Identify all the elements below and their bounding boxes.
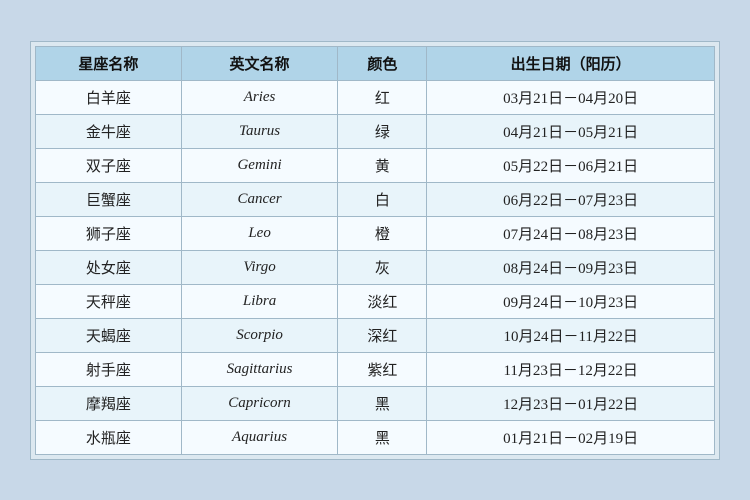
cell-row1-col0: 金牛座 [36, 114, 182, 148]
cell-row10-col3: 01月21日－02月19日 [427, 420, 715, 454]
cell-row8-col0: 射手座 [36, 352, 182, 386]
zodiac-table: 星座名称 英文名称 颜色 出生日期（阳历） 白羊座Aries红03月21日－04… [35, 46, 715, 455]
cell-row10-col2: 黑 [338, 420, 427, 454]
cell-row7-col2: 深红 [338, 318, 427, 352]
cell-row0-col2: 红 [338, 80, 427, 114]
cell-row0-col1: Aries [181, 80, 338, 114]
header-chinese: 星座名称 [36, 46, 182, 80]
table-row: 天秤座Libra淡红09月24日－10月23日 [36, 284, 715, 318]
cell-row7-col1: Scorpio [181, 318, 338, 352]
cell-row3-col3: 06月22日－07月23日 [427, 182, 715, 216]
cell-row0-col3: 03月21日－04月20日 [427, 80, 715, 114]
cell-row7-col0: 天蝎座 [36, 318, 182, 352]
header-english: 英文名称 [181, 46, 338, 80]
cell-row7-col3: 10月24日－11月22日 [427, 318, 715, 352]
cell-row0-col0: 白羊座 [36, 80, 182, 114]
header-dates: 出生日期（阳历） [427, 46, 715, 80]
cell-row9-col2: 黑 [338, 386, 427, 420]
cell-row8-col3: 11月23日－12月22日 [427, 352, 715, 386]
cell-row4-col0: 狮子座 [36, 216, 182, 250]
table-row: 摩羯座Capricorn黑12月23日－01月22日 [36, 386, 715, 420]
cell-row3-col0: 巨蟹座 [36, 182, 182, 216]
cell-row4-col2: 橙 [338, 216, 427, 250]
cell-row6-col1: Libra [181, 284, 338, 318]
cell-row10-col0: 水瓶座 [36, 420, 182, 454]
cell-row2-col3: 05月22日－06月21日 [427, 148, 715, 182]
cell-row6-col0: 天秤座 [36, 284, 182, 318]
cell-row2-col1: Gemini [181, 148, 338, 182]
cell-row6-col3: 09月24日－10月23日 [427, 284, 715, 318]
cell-row4-col3: 07月24日－08月23日 [427, 216, 715, 250]
table-row: 处女座Virgo灰08月24日－09月23日 [36, 250, 715, 284]
cell-row9-col3: 12月23日－01月22日 [427, 386, 715, 420]
cell-row5-col2: 灰 [338, 250, 427, 284]
table-row: 狮子座Leo橙07月24日－08月23日 [36, 216, 715, 250]
cell-row9-col0: 摩羯座 [36, 386, 182, 420]
table-row: 天蝎座Scorpio深红10月24日－11月22日 [36, 318, 715, 352]
cell-row5-col3: 08月24日－09月23日 [427, 250, 715, 284]
cell-row1-col1: Taurus [181, 114, 338, 148]
cell-row3-col1: Cancer [181, 182, 338, 216]
table-row: 白羊座Aries红03月21日－04月20日 [36, 80, 715, 114]
cell-row2-col0: 双子座 [36, 148, 182, 182]
cell-row8-col2: 紫红 [338, 352, 427, 386]
zodiac-table-container: 星座名称 英文名称 颜色 出生日期（阳历） 白羊座Aries红03月21日－04… [30, 41, 720, 460]
cell-row4-col1: Leo [181, 216, 338, 250]
cell-row9-col1: Capricorn [181, 386, 338, 420]
cell-row6-col2: 淡红 [338, 284, 427, 318]
cell-row1-col2: 绿 [338, 114, 427, 148]
cell-row5-col1: Virgo [181, 250, 338, 284]
table-row: 金牛座Taurus绿04月21日－05月21日 [36, 114, 715, 148]
table-row: 巨蟹座Cancer白06月22日－07月23日 [36, 182, 715, 216]
table-header-row: 星座名称 英文名称 颜色 出生日期（阳历） [36, 46, 715, 80]
cell-row5-col0: 处女座 [36, 250, 182, 284]
cell-row2-col2: 黄 [338, 148, 427, 182]
table-row: 水瓶座Aquarius黑01月21日－02月19日 [36, 420, 715, 454]
header-color: 颜色 [338, 46, 427, 80]
table-row: 双子座Gemini黄05月22日－06月21日 [36, 148, 715, 182]
cell-row8-col1: Sagittarius [181, 352, 338, 386]
cell-row1-col3: 04月21日－05月21日 [427, 114, 715, 148]
table-row: 射手座Sagittarius紫红11月23日－12月22日 [36, 352, 715, 386]
cell-row3-col2: 白 [338, 182, 427, 216]
cell-row10-col1: Aquarius [181, 420, 338, 454]
